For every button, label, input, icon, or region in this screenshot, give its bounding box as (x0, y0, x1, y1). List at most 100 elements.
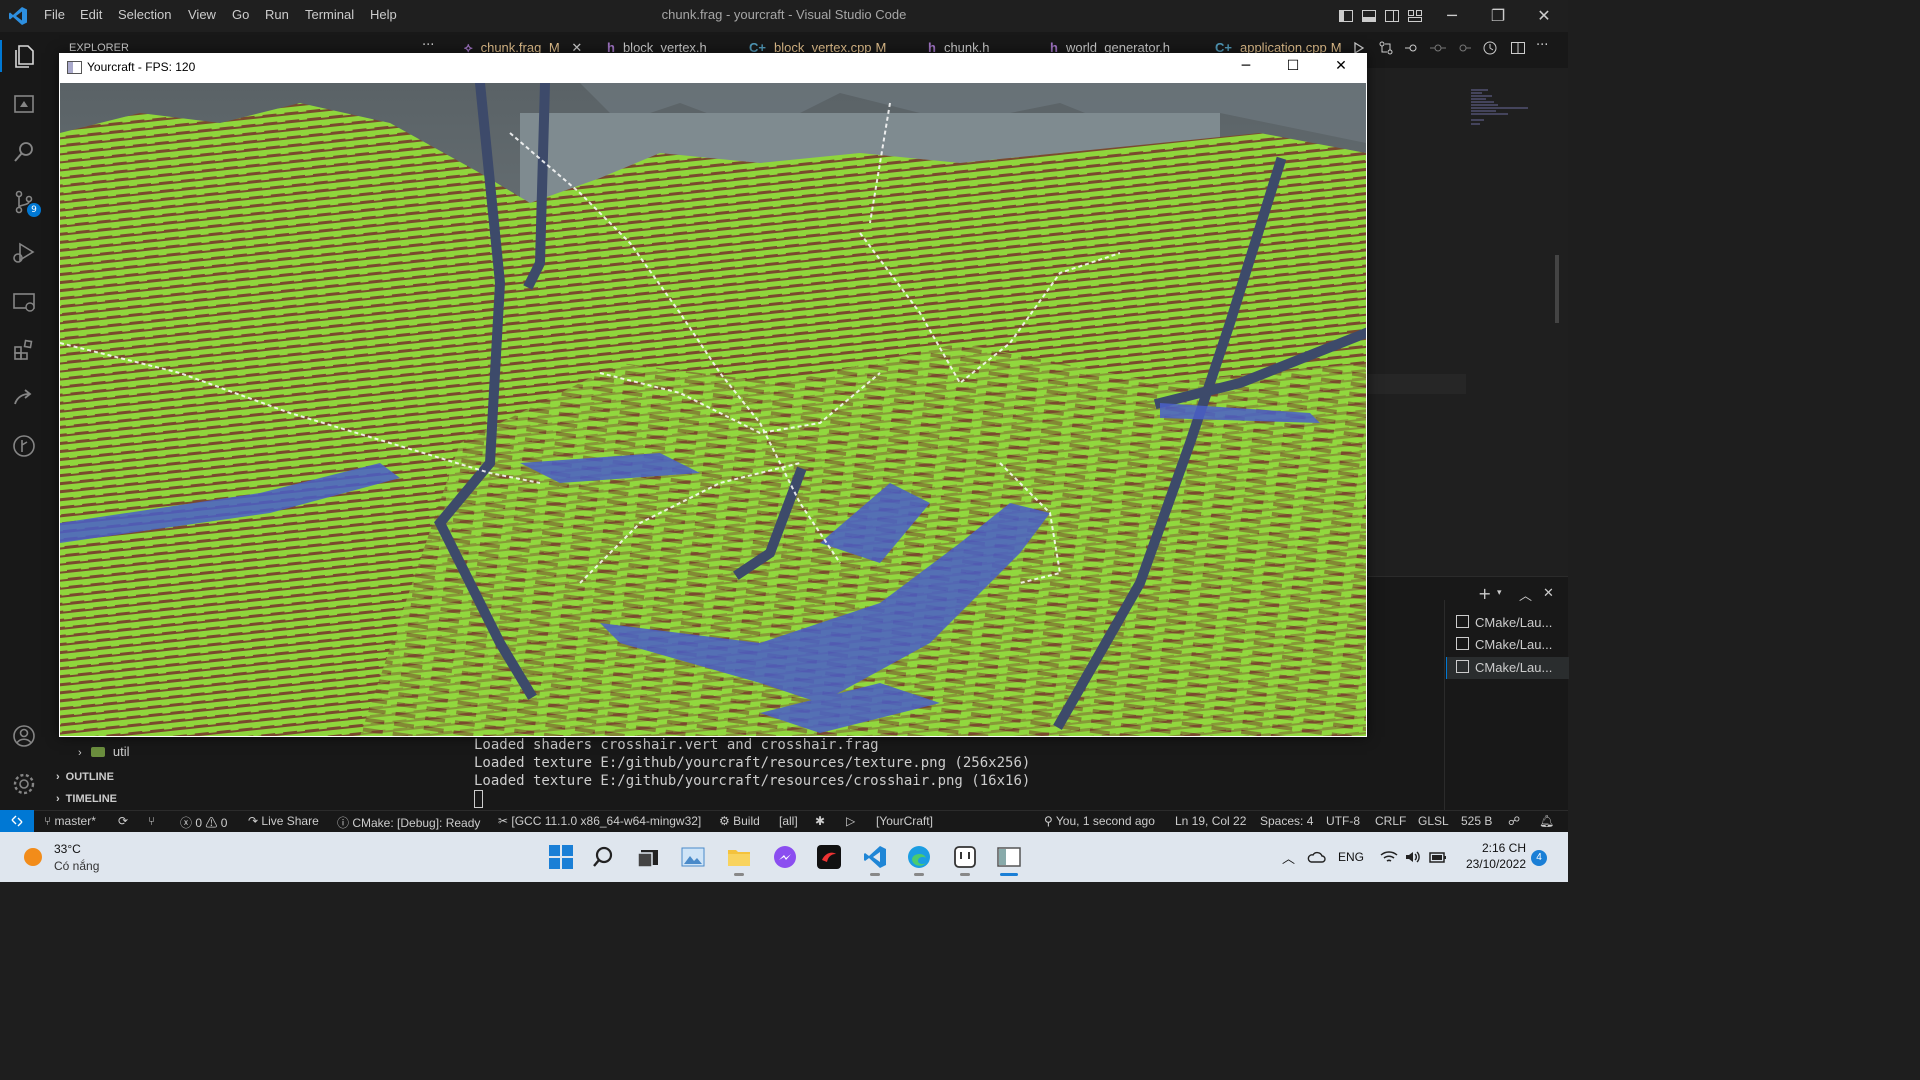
git-graph-icon[interactable] (10, 432, 38, 460)
minimap[interactable] (1468, 88, 1538, 138)
explorer-icon[interactable] (10, 42, 38, 70)
compare-changes-icon[interactable] (1378, 41, 1394, 55)
launch-target[interactable]: [YourCraft] (876, 814, 933, 828)
notes-app-icon[interactable] (952, 844, 978, 870)
windows-start-icon[interactable] (548, 844, 574, 870)
active-app-indicator (1000, 873, 1018, 876)
timeline-section[interactable]: › TIMELINE (56, 793, 117, 805)
file-explorer-icon[interactable] (726, 844, 752, 870)
game-minimize-button[interactable]: ─ (1231, 58, 1261, 74)
terminal-instance[interactable]: CMake/Lau... (1456, 637, 1552, 652)
outline-section[interactable]: › OUTLINE (56, 771, 114, 783)
taskbar-search-icon[interactable] (592, 844, 618, 870)
go-back-icon[interactable] (1404, 41, 1420, 55)
weather-temperature[interactable]: 33°C (54, 842, 81, 856)
cursor-position[interactable]: Ln 19, Col 22 (1175, 814, 1246, 828)
clock-date[interactable]: 23/10/2022 (1456, 857, 1526, 871)
menu-run[interactable]: Run (265, 7, 289, 22)
cmake-build[interactable]: ⚙ Build (719, 814, 760, 828)
volume-icon[interactable] (1404, 849, 1422, 865)
git-graph-status-icon[interactable]: ⑂ (148, 814, 155, 828)
vscode-minimize-button[interactable]: ─ (1442, 6, 1462, 26)
vscode-restore-button[interactable]: ❐ (1488, 6, 1508, 26)
chevron-down-icon[interactable]: ▾ (1497, 588, 1502, 598)
new-terminal-plus-icon[interactable]: + (1478, 584, 1491, 603)
toggle-secondary-sidebar-icon[interactable] (1384, 8, 1400, 24)
search-icon[interactable] (10, 138, 38, 166)
close-panel-icon[interactable]: ✕ (1543, 586, 1554, 601)
weather-sun-icon[interactable] (24, 848, 42, 866)
terminal-instance[interactable]: CMake/Lau... (1456, 660, 1552, 675)
branch-status[interactable]: ⑂ master* (44, 814, 96, 828)
folder-util-row[interactable]: › util (78, 744, 130, 759)
edge-browser-icon[interactable] (906, 844, 932, 870)
editor-more-actions[interactable]: ··· (1536, 38, 1548, 53)
battery-icon[interactable] (1428, 849, 1448, 865)
menu-selection[interactable]: Selection (118, 7, 171, 22)
language-mode[interactable]: GLSL (1418, 814, 1449, 828)
git-commit-icon[interactable] (1430, 41, 1446, 55)
feedback-icon[interactable]: ☍ (1508, 814, 1520, 828)
game-launcher-icon[interactable] (816, 844, 842, 870)
problems-status[interactable]: ⓧ 0 ⚠ 0 (180, 814, 227, 831)
run-debug-icon[interactable] (10, 238, 38, 266)
yourcraft-taskbar-icon[interactable] (996, 844, 1022, 870)
remote-explorer-icon[interactable] (10, 90, 38, 118)
folder-util-label: util (112, 744, 130, 759)
show-hidden-icons-chevron-up-icon[interactable]: ︿ (1282, 848, 1295, 867)
explorer-more-actions[interactable]: ··· (422, 38, 434, 53)
notification-count-badge[interactable]: 4 (1531, 850, 1547, 866)
maximize-panel-chevron-up-icon[interactable]: ︿ (1519, 585, 1532, 604)
wifi-icon[interactable] (1380, 849, 1398, 865)
timeline-icon[interactable] (1482, 40, 1498, 56)
extensions-icon[interactable] (10, 336, 38, 364)
end-of-line[interactable]: CRLF (1375, 814, 1406, 828)
task-view-icon[interactable] (636, 844, 662, 870)
game-viewport[interactable] (60, 83, 1366, 736)
menu-view[interactable]: View (188, 7, 216, 22)
split-editor-icon[interactable] (1510, 40, 1526, 56)
toggle-panel-icon[interactable] (1361, 8, 1377, 24)
messenger-icon[interactable] (772, 844, 798, 870)
notifications-bell-icon[interactable]: 🔔︎ (1539, 814, 1554, 828)
photos-app-icon[interactable] (680, 844, 706, 870)
remote-monitor-icon[interactable] (10, 288, 38, 316)
remote-indicator[interactable] (0, 810, 34, 833)
file-size: 525 B (1461, 814, 1493, 828)
game-window-title: Yourcraft - FPS: 120 (87, 60, 196, 74)
git-blame[interactable]: ⚲ You, 1 second ago (1044, 814, 1155, 828)
onedrive-cloud-icon[interactable] (1306, 850, 1326, 864)
customize-layout-icon[interactable] (1407, 8, 1423, 24)
menu-edit[interactable]: Edit (80, 7, 102, 22)
encoding[interactable]: UTF-8 (1326, 814, 1360, 828)
live-share-icon[interactable] (10, 384, 38, 412)
menu-terminal[interactable]: Terminal (305, 7, 354, 22)
cmake-kit[interactable]: ✂ [GCC 11.1.0 x86_64-w64-mingw32] (498, 814, 701, 828)
game-close-button[interactable]: ✕ (1326, 58, 1356, 74)
game-maximize-button[interactable]: ☐ (1278, 58, 1308, 74)
tools-icon: ✂ (498, 814, 512, 828)
menu-help[interactable]: Help (370, 7, 397, 22)
debug-bug-icon[interactable]: ✱ (815, 814, 825, 828)
info-icon: ⓘ (337, 816, 353, 830)
toggle-primary-sidebar-icon[interactable] (1338, 8, 1354, 24)
launch-play-icon[interactable]: ▷ (846, 814, 855, 828)
input-language[interactable]: ENG (1338, 850, 1364, 864)
vscode-taskbar-icon[interactable] (862, 844, 888, 870)
settings-gear-icon[interactable] (10, 770, 38, 798)
live-share-status[interactable]: ↷ Live Share (248, 814, 319, 828)
editor-scrollbar[interactable] (1555, 255, 1559, 323)
menu-file[interactable]: File (44, 7, 65, 22)
vscode-close-button[interactable]: ✕ (1534, 6, 1554, 26)
accounts-icon[interactable] (10, 722, 38, 750)
cmake-status[interactable]: ⓘ CMake: [Debug]: Ready (337, 814, 480, 831)
clock-time[interactable]: 2:16 CH (1462, 841, 1526, 855)
go-forward-icon[interactable] (1456, 41, 1472, 55)
cmake-target[interactable]: [all] (779, 814, 798, 828)
menu-go[interactable]: Go (232, 7, 249, 22)
weather-description[interactable]: Có nắng (54, 859, 99, 873)
sync-icon[interactable]: ⟳ (118, 814, 128, 828)
terminal-instance[interactable]: CMake/Lau... (1456, 615, 1552, 630)
indentation[interactable]: Spaces: 4 (1260, 814, 1313, 828)
voxel-terrain-scene[interactable] (60, 83, 1366, 736)
